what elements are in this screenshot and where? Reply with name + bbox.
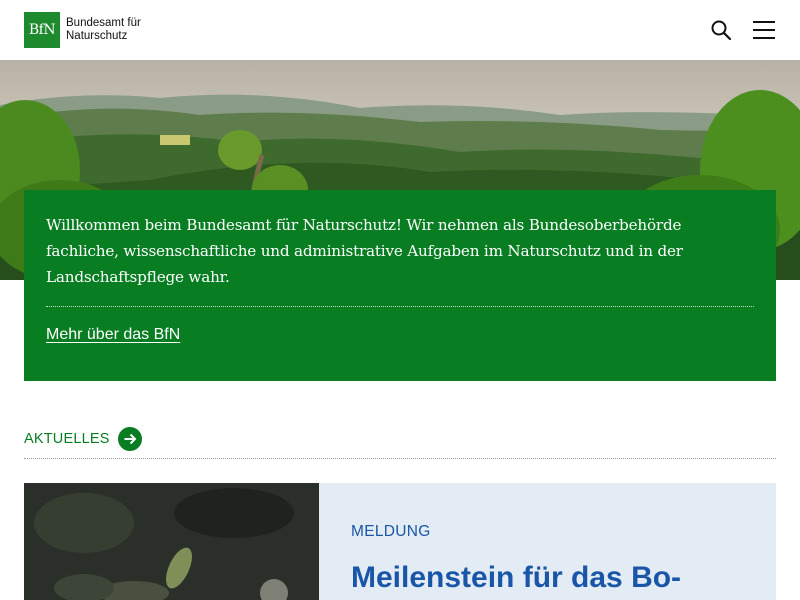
bfn-logo-mark: BfN: [24, 12, 60, 48]
bfn-logo-text: Bundesamt für Naturschutz: [66, 17, 141, 42]
search-icon: [711, 20, 732, 41]
news-card-title[interactable]: Meilenstein für das Bo-: [351, 560, 744, 596]
intro-box: Willkommen beim Bundesamt für Naturschut…: [24, 190, 776, 381]
news-card-type: MELDUNG: [351, 523, 431, 540]
news-heading-link[interactable]: AKTUELLES: [24, 426, 142, 452]
hamburger-menu-icon: [753, 21, 775, 23]
bfn-logo-link[interactable]: BfN Bundesamt für Naturschutz: [24, 12, 156, 48]
about-bfn-link[interactable]: Mehr über das BfN: [46, 326, 180, 344]
site-header: BfN Bundesamt für Naturschutz: [0, 0, 800, 60]
intro-divider: [46, 306, 754, 307]
menu-button[interactable]: [750, 17, 778, 43]
search-button[interactable]: [708, 17, 734, 43]
intro-text: Willkommen beim Bundesamt für Naturschut…: [46, 216, 683, 286]
news-heading: AKTUELLES: [24, 431, 110, 447]
arrow-right-circle-icon: [117, 427, 142, 451]
news-card: MELDUNG Meilenstein für das Bo-: [319, 483, 776, 600]
news-divider: [24, 458, 776, 459]
news-card-image[interactable]: [24, 483, 319, 600]
